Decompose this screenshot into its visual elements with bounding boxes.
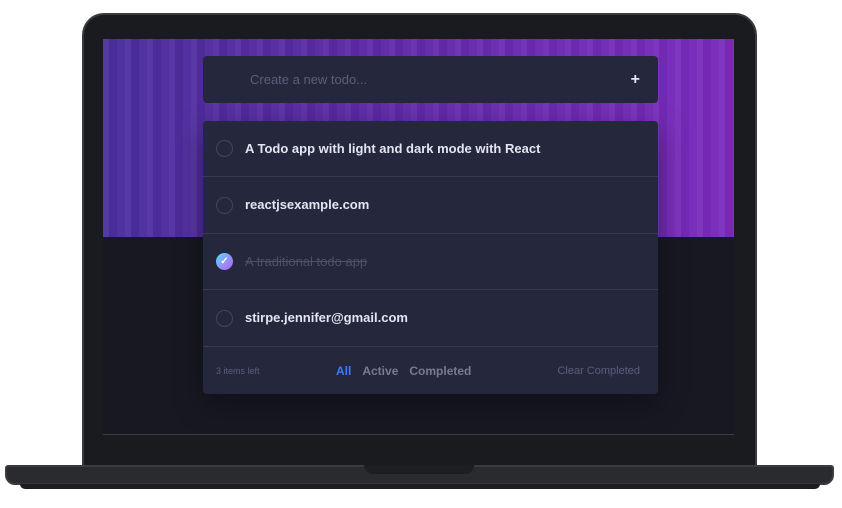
- todo-item[interactable]: ✓ A traditional todo app: [203, 234, 658, 290]
- filter-active[interactable]: Active: [362, 364, 398, 378]
- filter-all[interactable]: All: [336, 364, 351, 378]
- todo-text: reactjsexample.com: [245, 197, 370, 213]
- clear-completed-button[interactable]: Clear Completed: [557, 365, 640, 377]
- checked-circle-icon[interactable]: ✓: [216, 253, 233, 270]
- checkbox-circle-icon[interactable]: [216, 309, 233, 327]
- todo-footer: 3 items left All Active Completed Clear …: [203, 347, 658, 394]
- laptop-base-shadow: [20, 484, 820, 489]
- todo-text-completed: A traditional todo app: [245, 253, 368, 269]
- todo-text: stirpe.jennifer@gmail.com: [245, 310, 408, 326]
- todo-item[interactable]: reactjsexample.com: [203, 177, 658, 234]
- filter-completed[interactable]: Completed: [409, 364, 471, 378]
- add-icon[interactable]: +: [631, 71, 640, 88]
- filter-group: All Active Completed: [336, 364, 471, 378]
- todo-text: A Todo app with light and dark mode with…: [245, 140, 541, 156]
- laptop-notch: [364, 465, 474, 474]
- items-left-count: 3 items left: [216, 365, 260, 376]
- laptop-screen: + A Todo app with light and dark mode wi…: [103, 39, 734, 435]
- new-todo-input[interactable]: [248, 71, 631, 88]
- todo-list: A Todo app with light and dark mode with…: [203, 121, 658, 394]
- check-icon: ✓: [220, 255, 229, 267]
- todo-item[interactable]: stirpe.jennifer@gmail.com: [203, 290, 658, 347]
- checkbox-circle-icon[interactable]: [216, 140, 233, 157]
- laptop-mockup: + A Todo app with light and dark mode wi…: [0, 0, 842, 508]
- new-todo-bar: +: [203, 56, 658, 103]
- screen-divider: [103, 434, 734, 435]
- todo-item[interactable]: A Todo app with light and dark mode with…: [203, 121, 658, 177]
- checkbox-circle-icon[interactable]: [216, 196, 233, 214]
